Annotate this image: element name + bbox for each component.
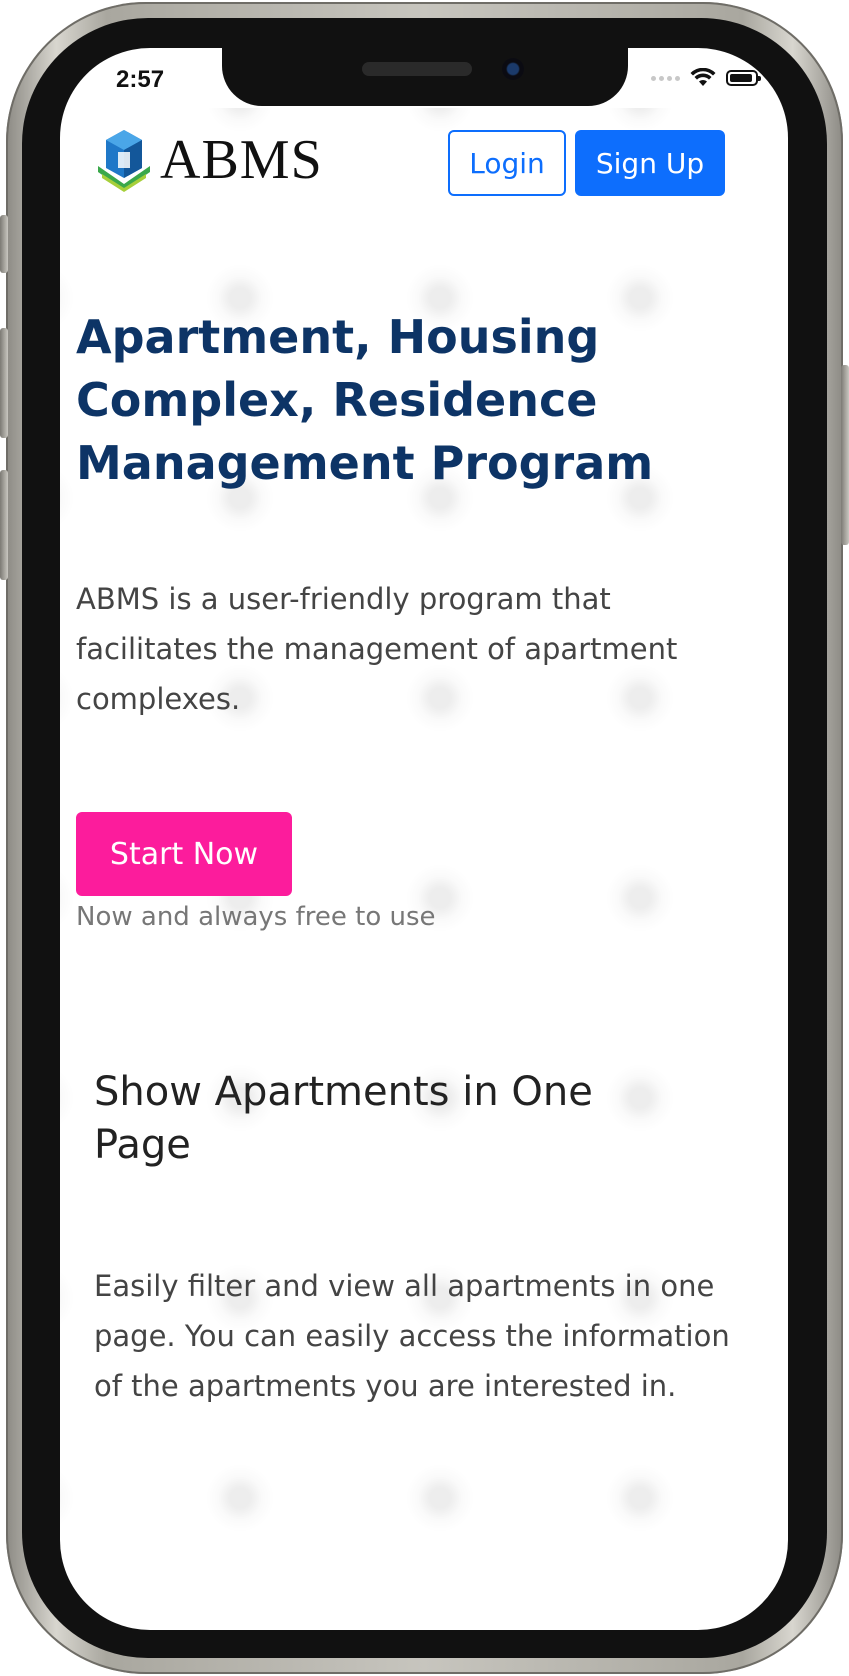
hero-title: Apartment, Housing Complex, Residence Ma…: [76, 310, 654, 490]
feature-title: Show Apartments in One Page: [94, 1069, 593, 1168]
screen: 2:57 ABMS Login Sign Up Apartment, Housi…: [60, 48, 788, 1630]
brand-logo[interactable]: ABMS: [96, 128, 323, 192]
speaker-grille: [362, 62, 472, 76]
hero-description: ABMS is a user-friendly program that fac…: [76, 582, 678, 716]
signal-icon: [651, 75, 680, 81]
start-now-button[interactable]: Start Now: [76, 812, 292, 896]
camera-icon: [502, 58, 524, 80]
wifi-icon: [690, 68, 716, 86]
status-time: 2:57: [116, 66, 165, 93]
action-button: [0, 215, 8, 273]
free-note: Now and always free to use: [76, 902, 436, 932]
power-button: [841, 365, 849, 545]
logo-text: ABMS: [160, 129, 323, 191]
signup-button[interactable]: Sign Up: [575, 130, 725, 196]
volume-up-button: [0, 328, 8, 438]
volume-down-button: [0, 470, 8, 580]
status-icons: [651, 68, 761, 88]
top-nav: ABMS Login Sign Up: [60, 116, 788, 212]
login-button[interactable]: Login: [448, 130, 566, 196]
feature-description: Easily filter and view all apartments in…: [94, 1269, 730, 1403]
notch: [222, 48, 628, 106]
logo-icon: [98, 130, 150, 192]
battery-icon: [726, 70, 761, 86]
